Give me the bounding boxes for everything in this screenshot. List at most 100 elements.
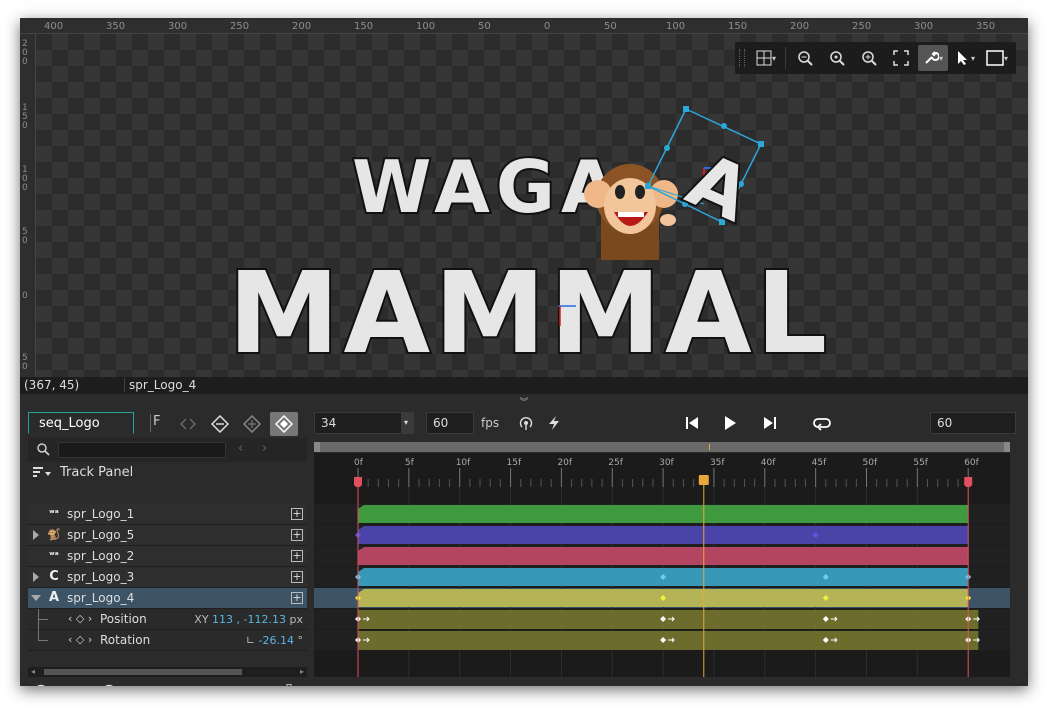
logo-letter-a: A bbox=[675, 137, 762, 239]
timeline-ruler[interactable]: 0f 5f 10f 15f 20f 25f 30f 35f 40f 45f 50f 55f 60f bbox=[314, 453, 1010, 487]
add-track-property-button[interactable]: + bbox=[291, 571, 303, 583]
expand-arrow-icon[interactable] bbox=[33, 572, 39, 582]
scroll-left-icon[interactable]: ◂ bbox=[31, 667, 35, 676]
scroll-handle-left[interactable] bbox=[314, 442, 320, 452]
add-mask-button[interactable] bbox=[100, 684, 118, 686]
track-row-spr-logo-3[interactable]: C spr_Logo_3 + bbox=[28, 567, 307, 588]
lightning-icon bbox=[549, 416, 559, 430]
timeline-tracks[interactable] bbox=[314, 487, 1010, 677]
track-search-input[interactable] bbox=[58, 442, 226, 458]
logo-bottom-text: MAMMAL bbox=[228, 249, 831, 377]
frame-button[interactable]: ▾ bbox=[982, 45, 1012, 71]
tab-next[interactable]: F bbox=[150, 414, 160, 432]
fit-screen-icon bbox=[893, 50, 909, 66]
subtrack-value[interactable]: ∟ -26.14 ° bbox=[246, 634, 303, 647]
subtrack-value[interactable]: XY 113 , -112.13 px bbox=[194, 613, 303, 626]
remove-keyframe-button[interactable] bbox=[206, 412, 234, 436]
keyframe-nav-icon bbox=[179, 418, 197, 430]
track-row-spr-logo-4[interactable]: A spr_Logo_4 + bbox=[28, 588, 307, 609]
status-bar: (367, 45) spr_Logo_4 bbox=[20, 377, 1028, 394]
collapse-arrow-icon[interactable] bbox=[31, 595, 41, 601]
zoom-out-button[interactable] bbox=[790, 45, 820, 71]
wrench-icon bbox=[925, 51, 939, 64]
loop-button[interactable] bbox=[812, 413, 832, 433]
track-panel-scrollbar[interactable]: ◂ ▸ bbox=[28, 667, 307, 677]
select-tool-button[interactable]: ▾ bbox=[950, 45, 980, 71]
tab-seq-logo[interactable]: seq_Logo bbox=[28, 412, 134, 434]
timeline-zoom-scrollbar[interactable] bbox=[314, 442, 1010, 452]
wrench-tool-button[interactable]: ▾ bbox=[918, 45, 948, 71]
track-row-spr-logo-5[interactable]: 🐒 spr_Logo_5 + bbox=[28, 525, 307, 546]
ruler-tick: 150 bbox=[728, 21, 748, 32]
scrollbar-thumb[interactable] bbox=[44, 669, 242, 675]
ruler-tick: 50 bbox=[22, 353, 28, 372]
track-row-spr-logo-1[interactable]: ʷᵃ spr_Logo_1 + bbox=[28, 504, 307, 525]
add-track-property-button[interactable]: + bbox=[291, 550, 303, 562]
frame-icon bbox=[986, 50, 1004, 66]
delete-track-button[interactable] bbox=[280, 684, 298, 686]
play-button[interactable] bbox=[720, 413, 740, 433]
ruler-tick: 150 bbox=[22, 103, 28, 131]
ruler-tick: 100 bbox=[416, 21, 436, 32]
go-to-start-button[interactable] bbox=[682, 413, 702, 433]
broadcast-button[interactable] bbox=[516, 413, 536, 433]
selected-sprite-name: spr_Logo_4 bbox=[124, 378, 196, 392]
search-prev-icon[interactable]: ‹ bbox=[238, 441, 243, 456]
add-track-property-button[interactable]: + bbox=[291, 508, 303, 520]
scroll-handle-right[interactable] bbox=[1004, 442, 1010, 452]
subtrack-row-rotation[interactable]: ‹ ◇ › Rotation ∟ -26.14 ° bbox=[28, 630, 307, 651]
track-row-spr-logo-2[interactable]: ʷᵃ spr_Logo_2 + bbox=[28, 546, 307, 567]
add-track-button[interactable] bbox=[32, 684, 50, 686]
current-frame-field[interactable]: 34 bbox=[314, 412, 402, 434]
timeline-tick-label: 10f bbox=[456, 458, 471, 468]
fit-screen-button[interactable] bbox=[886, 45, 916, 71]
frame-dropdown[interactable]: ▾ bbox=[402, 412, 414, 434]
subtrack-row-position[interactable]: ‹ ◇ › Position XY 113 , -112.13 px bbox=[28, 609, 307, 630]
toolbar-grip[interactable] bbox=[739, 49, 745, 67]
ruler-tick: 250 bbox=[852, 21, 872, 32]
sort-menu-icon[interactable] bbox=[32, 466, 52, 483]
position-value[interactable]: 113 , -112.13 bbox=[212, 613, 286, 626]
go-to-end-button[interactable] bbox=[760, 413, 780, 433]
canvas-viewport[interactable]: WAGA MAMMAL A ▾ ▾ ▾ ▾ bbox=[36, 34, 1028, 377]
diamond-record-icon bbox=[274, 415, 294, 433]
add-keyframe-button[interactable] bbox=[238, 412, 266, 436]
track-label: spr_Logo_5 bbox=[67, 528, 135, 542]
timeline-tick-label: 55f bbox=[913, 458, 928, 468]
add-clipmask-button[interactable] bbox=[66, 684, 84, 686]
grid-toggle-button[interactable]: ▾ bbox=[751, 45, 781, 71]
scroll-right-icon[interactable]: ▸ bbox=[300, 667, 304, 676]
sprite-thumb-icon: A bbox=[48, 590, 60, 605]
zoom-in-button[interactable] bbox=[854, 45, 884, 71]
rotation-value[interactable]: -26.14 bbox=[259, 634, 294, 647]
tree-line bbox=[38, 640, 48, 641]
expand-arrow-icon[interactable] bbox=[33, 530, 39, 540]
snap-button[interactable] bbox=[544, 413, 564, 433]
ruler-tick: 50 bbox=[604, 21, 617, 32]
add-group-button[interactable] bbox=[136, 684, 154, 686]
prev-keyframe-button[interactable] bbox=[174, 412, 202, 436]
panel-splitter[interactable]: ︾ bbox=[20, 394, 1028, 408]
mask-icon bbox=[104, 684, 114, 686]
track-clip-bar bbox=[358, 505, 969, 523]
record-keyframe-button[interactable] bbox=[270, 412, 298, 436]
sequence-length-field[interactable]: 60 bbox=[930, 412, 1016, 434]
subtrack-label: Position bbox=[100, 612, 147, 626]
keyframe-nav-icon[interactable]: ‹ ◇ › bbox=[68, 612, 92, 625]
select-arrow-icon bbox=[957, 51, 967, 65]
search-next-icon[interactable]: › bbox=[262, 441, 267, 456]
track-panel: seq_Logo F ‹ › Track Panel ʷᵃ spr_Logo_1… bbox=[26, 406, 307, 686]
add-track-property-button[interactable]: + bbox=[291, 529, 303, 541]
unit-label: px bbox=[289, 613, 304, 626]
keyframe-nav-icon[interactable]: ‹ ◇ › bbox=[68, 633, 92, 646]
timeline-track-bars bbox=[314, 487, 1010, 677]
fps-label: fps bbox=[481, 416, 500, 430]
playhead-handle bbox=[698, 475, 709, 485]
add-track-property-button[interactable]: + bbox=[291, 592, 303, 604]
logo-top-text: WAGA bbox=[352, 145, 623, 229]
timeline-ruler-ticks: 0f 5f 10f 15f 20f 25f 30f 35f 40f 45f 50f 55f 60f bbox=[354, 458, 980, 487]
zoom-reset-button[interactable] bbox=[822, 45, 852, 71]
ruler-tick: 400 bbox=[44, 21, 64, 32]
fps-field[interactable]: 60 bbox=[426, 412, 474, 434]
timeline-tick-label: 0f bbox=[354, 458, 364, 468]
